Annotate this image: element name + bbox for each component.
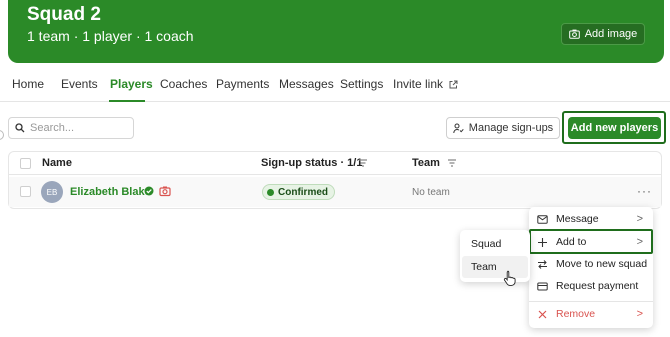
invite-link-label: Invite link: [393, 77, 444, 91]
add-image-button[interactable]: Add image: [561, 23, 645, 45]
tab-invite-link[interactable]: Invite link: [393, 77, 458, 91]
row-checkbox[interactable]: [20, 186, 31, 197]
tab-coaches[interactable]: Coaches: [160, 77, 207, 91]
select-all-checkbox[interactable]: [20, 158, 31, 169]
search-input[interactable]: Search...: [8, 117, 134, 139]
tab-players[interactable]: Players: [110, 77, 153, 91]
squad-tabs: Home Events Players Coaches Payments Mes…: [0, 70, 670, 102]
avatar: EB: [41, 181, 63, 203]
chevron-right-icon: >: [636, 308, 643, 320]
camera-icon[interactable]: [159, 185, 171, 197]
close-icon: [538, 310, 547, 318]
sidebar-toggle-handle[interactable]: [0, 130, 4, 140]
menu-item-request-payment[interactable]: Request payment: [529, 275, 653, 297]
squad-header-banner: Squad 2 1 team · 1 player · 1 coach Add …: [8, 0, 664, 63]
column-team[interactable]: Team: [412, 157, 440, 169]
menu-item-label: Message: [556, 213, 599, 225]
column-name[interactable]: Name: [42, 157, 72, 169]
row-context-menu: Message > Add to > Move to new squad Req…: [529, 207, 653, 328]
chevron-right-icon: >: [636, 213, 643, 225]
menu-divider: [529, 301, 653, 302]
column-signup-status[interactable]: Sign-up status · 1/1: [261, 157, 362, 169]
players-table: Name Sign-up status · 1/1 Team EB Elizab…: [8, 151, 662, 209]
add-new-players-button[interactable]: Add new players: [568, 117, 661, 139]
tab-payments[interactable]: Payments: [216, 77, 269, 91]
tab-messages[interactable]: Messages: [279, 77, 334, 91]
message-icon: [537, 214, 548, 224]
search-icon: [15, 123, 25, 133]
player-name-link[interactable]: Elizabeth Blake: [70, 186, 151, 198]
user-manage-icon: [453, 123, 464, 133]
submenu-item-team[interactable]: Team: [462, 256, 528, 278]
menu-item-label: Remove: [556, 308, 596, 320]
tab-home[interactable]: Home: [12, 77, 44, 91]
filter-icon[interactable]: [359, 159, 367, 167]
active-tab-indicator: [109, 100, 145, 102]
status-label: Confirmed: [278, 186, 328, 198]
tab-events[interactable]: Events: [61, 77, 98, 91]
menu-item-remove[interactable]: Remove >: [529, 303, 653, 325]
tab-settings[interactable]: Settings: [340, 77, 383, 91]
squad-summary: 1 team · 1 player · 1 coach: [27, 28, 194, 44]
hand-pointer-icon: [503, 270, 516, 286]
manage-signups-button[interactable]: Manage sign-ups: [446, 117, 560, 139]
submenu-item-squad[interactable]: Squad: [462, 233, 528, 255]
camera-icon: [568, 29, 580, 39]
external-link-icon: [449, 80, 458, 89]
manage-signups-label: Manage sign-ups: [468, 122, 554, 134]
card-icon: [537, 282, 548, 290]
add-image-label: Add image: [584, 28, 638, 40]
row-actions-menu-button[interactable]: ···: [637, 184, 652, 198]
status-dot-icon: [267, 188, 274, 196]
table-header: Name Sign-up status · 1/1 Team: [9, 152, 661, 175]
table-row[interactable]: EB Elizabeth Blake Confirmed No team ···: [9, 177, 661, 207]
swap-icon: [538, 259, 547, 269]
add-to-highlight-frame: [529, 229, 653, 254]
menu-item-label: Request payment: [556, 280, 639, 292]
menu-item-message[interactable]: Message >: [529, 208, 653, 230]
squad-title: Squad 2: [27, 4, 101, 25]
team-value: No team: [412, 187, 450, 198]
add-to-submenu: Squad Team: [460, 230, 530, 282]
menu-item-move-to-new-squad[interactable]: Move to new squad: [529, 253, 653, 275]
status-badge: Confirmed: [262, 184, 335, 200]
search-placeholder: Search...: [30, 122, 75, 134]
filter-icon[interactable]: [448, 159, 456, 167]
verified-check-icon: [144, 186, 154, 196]
menu-item-label: Move to new squad: [556, 258, 648, 270]
